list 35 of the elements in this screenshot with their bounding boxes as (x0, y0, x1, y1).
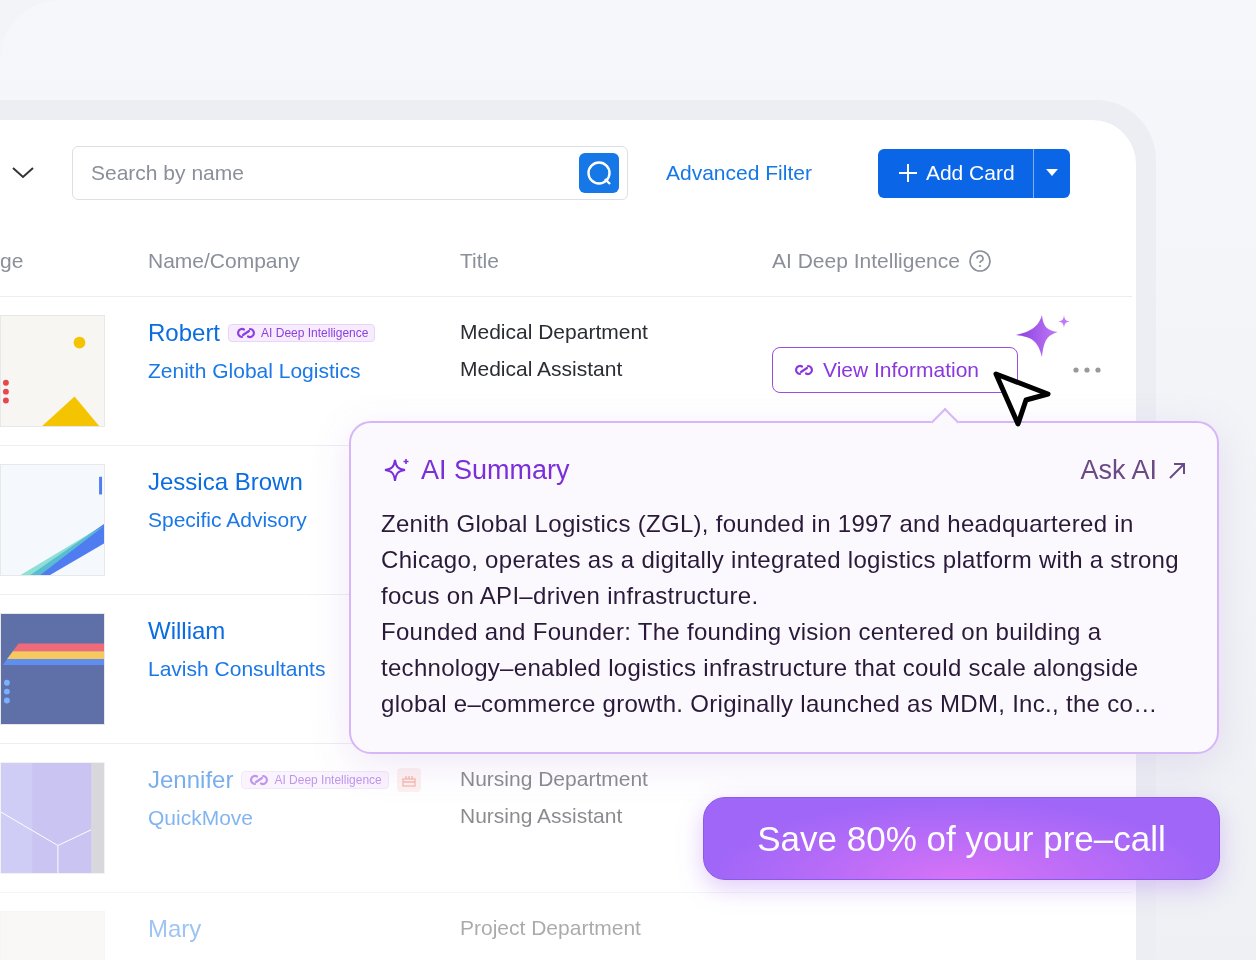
caret-icon (1045, 169, 1058, 177)
more-icon[interactable] (1072, 366, 1102, 374)
link-icon (235, 326, 258, 340)
column-header: Title (460, 249, 499, 273)
chevron-down-icon[interactable] (10, 165, 36, 181)
column-header: ge (0, 249, 24, 273)
position-text: Medical Assistant (460, 357, 624, 381)
advanced-filter-link[interactable]: Advanced Filter (666, 161, 812, 185)
department-text: Project Department (460, 916, 642, 940)
department-text: Medical Department (460, 320, 649, 344)
ai-badge: AI Deep Intelligence (228, 324, 376, 342)
arrow-up-right-icon (1167, 460, 1187, 481)
ai-badge: AI Deep Intelligence (241, 771, 389, 789)
contact-name[interactable]: Jennifer (148, 766, 234, 794)
summary-paragraph: Founded and Founder: The founding vision centered on building a technology–enabled logistics infrastructure that could scale alongside global e–commerce growth. Originally launched as MDM, Inc., the co… (381, 617, 1159, 719)
company-name[interactable]: Zenith Global Logistics (148, 359, 460, 383)
department-text: Nursing Department (460, 767, 649, 791)
search-icon (585, 159, 613, 187)
summary-paragraph: Zenith Global Logistics (ZGL), founded in 1997 and headquartered in Chicago, operates as a digitally integrated logistics platform with a strong focus on API–driven infrastructure. (381, 509, 1180, 611)
search-button[interactable] (579, 153, 619, 193)
summary-title: AI Summary (421, 455, 570, 486)
contact-name[interactable]: Jessica Brown (148, 468, 303, 496)
search-bar[interactable]: Search by name (72, 146, 628, 200)
search-field[interactable]: Search by name (89, 160, 579, 186)
contact-name[interactable]: William (148, 617, 226, 645)
column-header: Name/Company (148, 249, 300, 273)
help-icon[interactable] (967, 249, 992, 273)
contact-name[interactable]: Robert (148, 319, 221, 347)
promo-banner: Save 80% of your pre–call (703, 797, 1220, 880)
position-text: Nursing Assistant (460, 804, 624, 828)
plus-icon (897, 163, 918, 183)
column-header: AI Deep Intelligence (772, 249, 960, 273)
link-icon (793, 363, 815, 377)
ask-ai-link[interactable]: Ask AI (1080, 455, 1187, 486)
link-icon (248, 773, 271, 787)
